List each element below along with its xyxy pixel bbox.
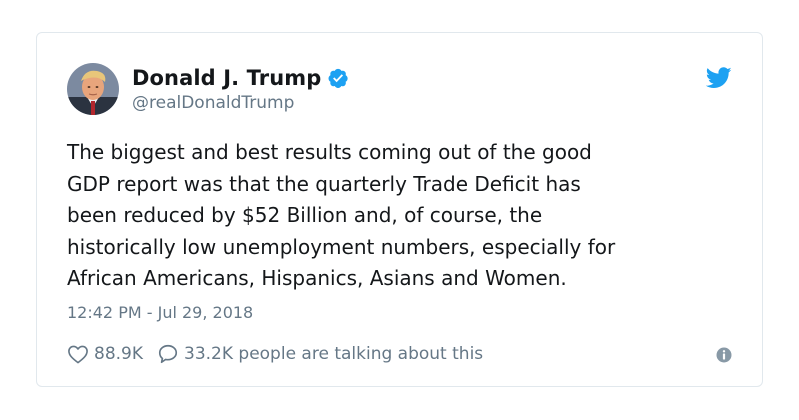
avatar[interactable]	[67, 63, 119, 115]
tweet-text: The biggest and best results coming out …	[67, 140, 616, 290]
like-count: 88.9K	[94, 344, 143, 364]
twitter-bird-icon[interactable]	[705, 67, 732, 89]
verified-badge-icon	[327, 67, 349, 89]
info-icon[interactable]	[716, 347, 732, 363]
tweet-actions: 88.9K 33.2K people are talking about thi…	[67, 343, 497, 365]
author-display-name[interactable]: Donald J. Trump	[132, 66, 321, 90]
talking-about-text: 33.2K people are talking about this	[184, 344, 484, 364]
avatar-image	[67, 63, 119, 115]
tweet-timestamp[interactable]: 12:42 PM - Jul 29, 2018	[67, 303, 253, 322]
reply-button[interactable]: 33.2K people are talking about this	[157, 343, 483, 365]
tweet-card[interactable]: Donald J. Trump @realDonaldTrump The big…	[36, 32, 763, 387]
author-handle[interactable]: @realDonaldTrump	[132, 93, 294, 113]
like-button[interactable]: 88.9K	[67, 344, 143, 364]
heart-icon	[68, 345, 88, 364]
speech-bubble-icon	[158, 344, 178, 364]
author-name-row[interactable]: Donald J. Trump	[132, 66, 349, 90]
